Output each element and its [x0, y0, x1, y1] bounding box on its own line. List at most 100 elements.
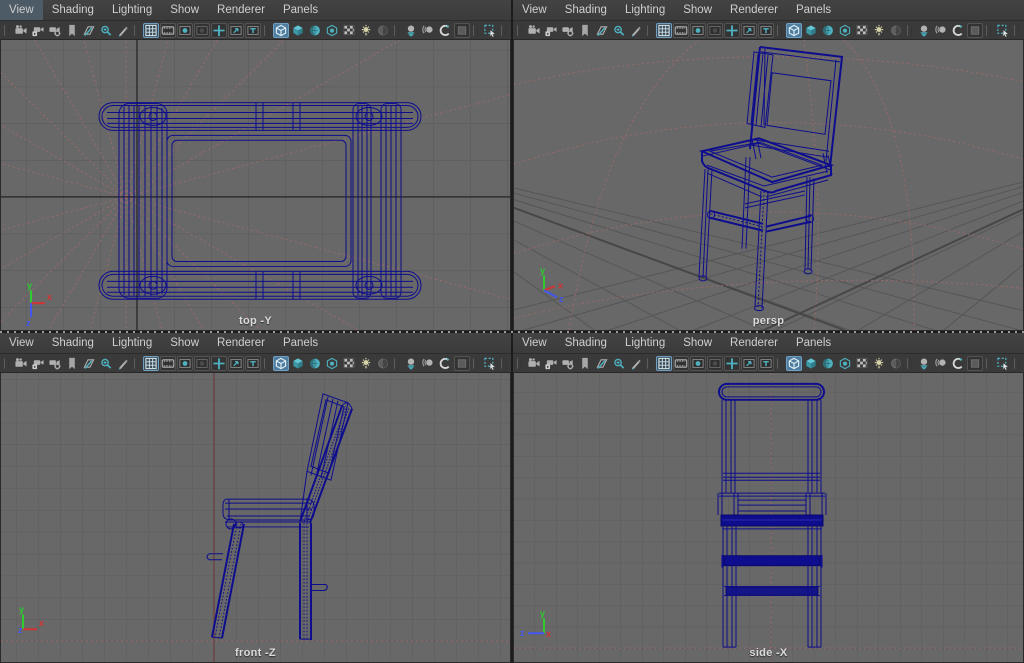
menu-lighting[interactable]: Lighting [616, 0, 674, 20]
bookmark-icon[interactable] [577, 23, 593, 38]
depth-of-field-icon[interactable] [967, 356, 983, 371]
multisample-icon[interactable] [437, 23, 453, 38]
multisample-icon[interactable] [950, 23, 966, 38]
viewport-top[interactable]: y x z top -Y [0, 40, 511, 331]
menu-view[interactable]: View [0, 333, 43, 353]
image-plane-icon[interactable] [81, 23, 97, 38]
grid-icon[interactable] [656, 356, 672, 371]
grease-pencil-icon[interactable] [628, 356, 644, 371]
camera-attributes-icon[interactable] [47, 356, 63, 371]
film-gate-icon[interactable] [673, 356, 689, 371]
menu-panels[interactable]: Panels [274, 0, 327, 20]
bookmark-icon[interactable] [64, 23, 80, 38]
select-camera-icon[interactable] [13, 356, 29, 371]
safe-title-icon[interactable] [758, 23, 774, 38]
textured-icon[interactable] [820, 23, 836, 38]
gate-mask-icon[interactable] [707, 23, 723, 38]
wireframe-on-shaded-icon[interactable] [341, 23, 357, 38]
depth-of-field-icon[interactable] [454, 356, 470, 371]
menu-shading[interactable]: Shading [556, 333, 616, 353]
menu-renderer[interactable]: Renderer [208, 0, 274, 20]
wireframe-icon[interactable] [273, 356, 289, 371]
use-default-material-icon[interactable] [324, 356, 340, 371]
shadows-icon[interactable] [888, 356, 904, 371]
viewport-side[interactable]: y z x side -X [513, 373, 1024, 663]
menu-lighting[interactable]: Lighting [103, 0, 161, 20]
menu-panels[interactable]: Panels [787, 0, 840, 20]
menu-view[interactable]: View [513, 333, 556, 353]
shadows-icon[interactable] [375, 23, 391, 38]
field-chart-icon[interactable] [724, 23, 740, 38]
resolution-gate-icon[interactable] [177, 356, 193, 371]
film-gate-icon[interactable] [160, 23, 176, 38]
occlusion-icon[interactable] [403, 23, 419, 38]
lights-icon[interactable] [871, 23, 887, 38]
menu-panels[interactable]: Panels [787, 333, 840, 353]
lock-camera-icon[interactable] [543, 23, 559, 38]
select-camera-icon[interactable] [13, 23, 29, 38]
menu-shading[interactable]: Shading [43, 0, 103, 20]
textured-icon[interactable] [307, 356, 323, 371]
menu-lighting[interactable]: Lighting [616, 333, 674, 353]
gate-mask-icon[interactable] [707, 356, 723, 371]
wireframe-on-shaded-icon[interactable] [854, 356, 870, 371]
use-default-material-icon[interactable] [324, 23, 340, 38]
safe-action-icon[interactable] [741, 356, 757, 371]
film-gate-icon[interactable] [160, 356, 176, 371]
pan-zoom-icon[interactable] [611, 356, 627, 371]
safe-action-icon[interactable] [741, 23, 757, 38]
motion-blur-icon[interactable] [933, 23, 949, 38]
lock-camera-icon[interactable] [30, 23, 46, 38]
menu-lighting[interactable]: Lighting [103, 333, 161, 353]
wireframe-icon[interactable] [273, 23, 289, 38]
menu-show[interactable]: Show [674, 0, 721, 20]
safe-action-icon[interactable] [228, 23, 244, 38]
menu-renderer[interactable]: Renderer [721, 0, 787, 20]
image-plane-icon[interactable] [594, 356, 610, 371]
safe-action-icon[interactable] [228, 356, 244, 371]
viewport-persp[interactable]: y x z persp [513, 40, 1024, 331]
resolution-gate-icon[interactable] [177, 23, 193, 38]
menu-show[interactable]: Show [161, 333, 208, 353]
bookmark-icon[interactable] [64, 356, 80, 371]
camera-attributes-icon[interactable] [560, 23, 576, 38]
menu-view[interactable]: View [513, 0, 556, 20]
textured-icon[interactable] [820, 356, 836, 371]
motion-blur-icon[interactable] [933, 356, 949, 371]
shadows-icon[interactable] [888, 23, 904, 38]
camera-attributes-icon[interactable] [47, 23, 63, 38]
motion-blur-icon[interactable] [420, 356, 436, 371]
lock-camera-icon[interactable] [30, 356, 46, 371]
smooth-shaded-icon[interactable] [803, 356, 819, 371]
lights-icon[interactable] [358, 356, 374, 371]
smooth-shaded-icon[interactable] [290, 23, 306, 38]
isolate-select-icon[interactable] [482, 356, 498, 371]
occlusion-icon[interactable] [916, 23, 932, 38]
field-chart-icon[interactable] [724, 356, 740, 371]
image-plane-icon[interactable] [81, 356, 97, 371]
select-camera-icon[interactable] [526, 23, 542, 38]
wireframe-icon[interactable] [786, 356, 802, 371]
grid-icon[interactable] [143, 356, 159, 371]
smooth-shaded-icon[interactable] [803, 23, 819, 38]
multisample-icon[interactable] [437, 356, 453, 371]
grease-pencil-icon[interactable] [115, 23, 131, 38]
menu-renderer[interactable]: Renderer [721, 333, 787, 353]
menu-show[interactable]: Show [161, 0, 208, 20]
isolate-select-icon[interactable] [995, 356, 1011, 371]
resolution-gate-icon[interactable] [690, 23, 706, 38]
lock-camera-icon[interactable] [543, 356, 559, 371]
isolate-select-icon[interactable] [995, 23, 1011, 38]
use-default-material-icon[interactable] [837, 23, 853, 38]
field-chart-icon[interactable] [211, 356, 227, 371]
safe-title-icon[interactable] [245, 356, 261, 371]
menu-shading[interactable]: Shading [43, 333, 103, 353]
menu-shading[interactable]: Shading [556, 0, 616, 20]
menu-show[interactable]: Show [674, 333, 721, 353]
resolution-gate-icon[interactable] [690, 356, 706, 371]
pan-zoom-icon[interactable] [98, 356, 114, 371]
menu-panels[interactable]: Panels [274, 333, 327, 353]
lights-icon[interactable] [358, 23, 374, 38]
safe-title-icon[interactable] [245, 23, 261, 38]
bookmark-icon[interactable] [577, 356, 593, 371]
